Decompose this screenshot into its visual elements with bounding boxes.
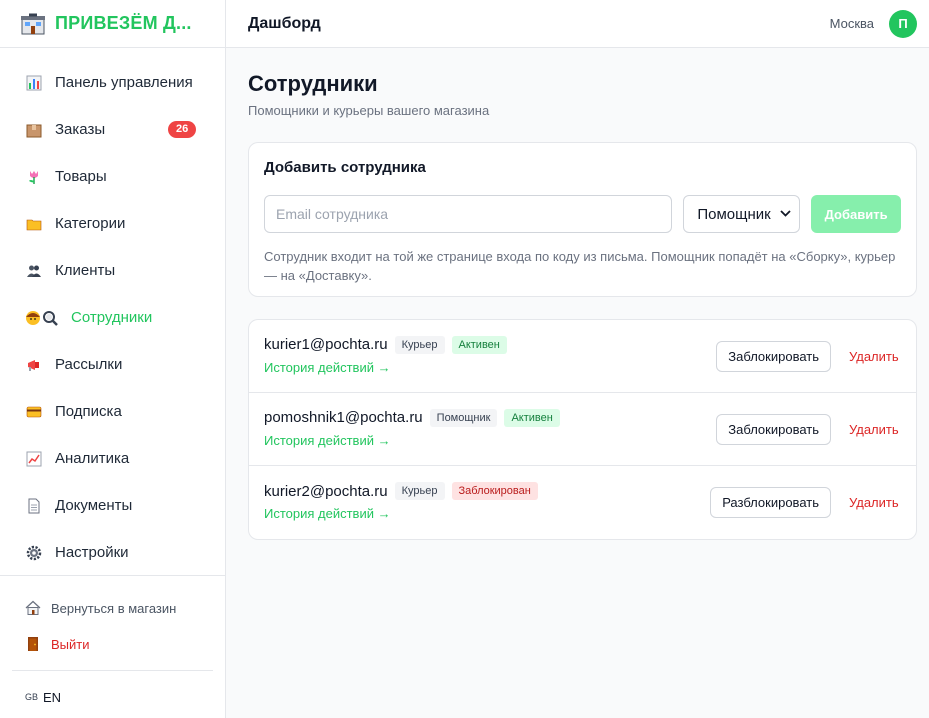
status-badge: Активен	[504, 408, 560, 427]
history-link[interactable]: История действий →	[264, 433, 391, 448]
sidebar-item-categories[interactable]: Категории	[0, 200, 225, 247]
sidebar-item-label: Заказы	[55, 121, 106, 138]
staff-line: kurier2@pochta.ru Курьер Заблокирован	[264, 482, 710, 500]
sidebar-footer: Вернуться в магазин Выйти GB EN	[0, 575, 225, 715]
sidebar-item-label: Аналитика	[55, 450, 130, 467]
back-to-store-link[interactable]: Вернуться в магазин	[0, 590, 225, 626]
history-link[interactable]: История действий →	[264, 360, 391, 375]
tulip-icon	[25, 168, 43, 186]
unblock-button[interactable]: Разблокировать	[710, 487, 831, 518]
sidebar-item-staff[interactable]: Сотрудники	[0, 294, 225, 341]
language-switcher[interactable]: GB EN	[0, 679, 225, 715]
status-badge: Активен	[451, 335, 507, 354]
sidebar-item-clients[interactable]: Клиенты	[0, 247, 225, 294]
staff-info: kurier2@pochta.ru Курьер Заблокирован Ис…	[264, 482, 710, 523]
flag-icon: GB	[25, 692, 39, 702]
sidebar-item-analytics[interactable]: Аналитика	[0, 435, 225, 482]
topbar-title: Дашборд	[248, 14, 321, 32]
block-button[interactable]: Заблокировать	[716, 340, 831, 372]
delete-button[interactable]: Удалить	[849, 495, 901, 510]
role-select[interactable]: Помощник	[683, 195, 801, 233]
sidebar-item-settings[interactable]: Настройки	[0, 529, 225, 576]
role-badge: Курьер	[394, 482, 445, 500]
table-row: kurier2@pochta.ru Курьер Заблокирован Ис…	[249, 466, 916, 539]
city-selector[interactable]: Москва	[830, 16, 874, 31]
sidebar-nav: Панель управления Заказы 26 Товары Катег…	[0, 48, 225, 576]
role-badge: Помощник	[429, 408, 498, 427]
delete-button[interactable]: Удалить	[849, 422, 901, 437]
document-icon	[25, 497, 43, 515]
add-staff-card: Добавить сотрудника Помощник Добавить Со…	[248, 142, 917, 297]
brand-title: ПРИВЕЗЁМ Д...	[55, 13, 192, 33]
staff-email: pomoshnik1@pochta.ru	[264, 409, 423, 426]
page-title: Сотрудники	[248, 71, 378, 96]
sidebar-item-label: Настройки	[55, 544, 129, 561]
history-link[interactable]: История действий →	[264, 506, 391, 521]
home-icon	[25, 600, 41, 616]
sidebar-item-subscription[interactable]: Подписка	[0, 388, 225, 435]
folder-icon	[25, 215, 43, 233]
orders-count-badge: 26	[168, 121, 197, 138]
sidebar-item-label: Клиенты	[55, 262, 116, 279]
sidebar-item-documents[interactable]: Документы	[0, 482, 225, 529]
staff-line: kurier1@pochta.ru Курьер Активен	[264, 335, 716, 354]
staff-email: kurier2@pochta.ru	[264, 482, 388, 500]
trend-chart-icon	[25, 450, 43, 468]
sidebar-divider	[12, 670, 213, 671]
store-icon	[20, 13, 46, 35]
back-to-store-label: Вернуться в магазин	[51, 600, 177, 616]
sidebar-item-label: Товары	[55, 168, 107, 185]
role-select-value: Помощник	[697, 205, 771, 223]
staff-info: pomoshnik1@pochta.ru Помощник Активен Ис…	[264, 408, 716, 450]
chevron-down-icon	[780, 209, 791, 220]
package-icon	[25, 121, 43, 139]
table-row: pomoshnik1@pochta.ru Помощник Активен Ис…	[249, 393, 916, 466]
staff-list: kurier1@pochta.ru Курьер Активен История…	[248, 319, 917, 540]
sidebar-item-mailings[interactable]: Рассылки	[0, 341, 225, 388]
staff-icon	[25, 309, 59, 327]
sidebar-item-label: Сотрудники	[71, 309, 153, 326]
block-button[interactable]: Заблокировать	[716, 413, 831, 445]
sidebar-item-label: Панель управления	[55, 74, 193, 91]
sidebar-item-orders[interactable]: Заказы 26	[0, 106, 225, 153]
staff-email-input[interactable]	[264, 195, 673, 233]
language-label: EN	[43, 689, 62, 705]
sidebar: ПРИВЕЗЁМ Д... Панель управления Заказы 2…	[0, 0, 226, 718]
status-badge: Заблокирован	[451, 482, 538, 500]
bar-chart-icon	[25, 74, 43, 92]
staff-info: kurier1@pochta.ru Курьер Активен История…	[264, 335, 716, 377]
role-badge: Курьер	[394, 335, 445, 354]
sidebar-item-label: Документы	[55, 497, 133, 514]
brand[interactable]: ПРИВЕЗЁМ Д...	[0, 0, 225, 48]
main-content: Сотрудники Помощники и курьеры вашего ма…	[248, 48, 917, 540]
sidebar-item-products[interactable]: Товары	[0, 153, 225, 200]
sidebar-item-dashboard[interactable]: Панель управления	[0, 59, 225, 106]
credit-card-icon	[25, 403, 43, 421]
add-staff-note: Сотрудник входит на той же странице вход…	[264, 249, 896, 283]
logout-link[interactable]: Выйти	[0, 626, 225, 662]
avatar[interactable]: П	[889, 9, 917, 38]
table-row: kurier1@pochta.ru Курьер Активен История…	[249, 320, 916, 393]
add-staff-button[interactable]: Добавить	[811, 195, 901, 233]
delete-button[interactable]: Удалить	[849, 349, 901, 364]
add-staff-form: Помощник Добавить	[264, 195, 901, 233]
add-staff-title: Добавить сотрудника	[264, 159, 426, 176]
topbar-right: Москва П	[830, 9, 917, 38]
sidebar-item-label: Рассылки	[55, 356, 123, 373]
door-icon	[25, 636, 41, 652]
megaphone-icon	[25, 356, 43, 374]
users-icon	[25, 262, 43, 280]
logout-label: Выйти	[51, 636, 90, 652]
sidebar-item-label: Категории	[55, 215, 126, 232]
page-subtitle: Помощники и курьеры вашего магазина	[248, 103, 490, 118]
staff-line: pomoshnik1@pochta.ru Помощник Активен	[264, 408, 716, 427]
sidebar-item-label: Подписка	[55, 403, 122, 420]
topbar: Дашборд Москва П	[226, 0, 929, 48]
gear-icon	[25, 544, 43, 562]
staff-email: kurier1@pochta.ru	[264, 336, 388, 353]
